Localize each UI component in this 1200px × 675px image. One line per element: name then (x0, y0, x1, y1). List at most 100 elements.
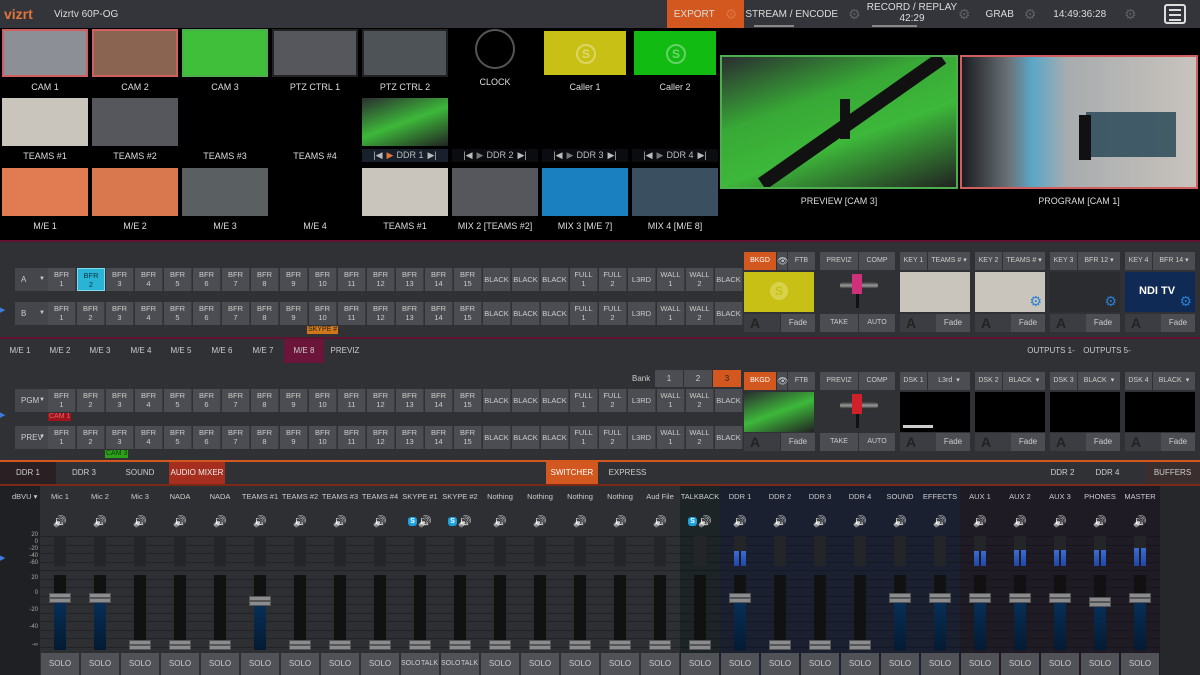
channel-mute-toggle[interactable]: 🔊 (280, 514, 320, 528)
monitor-m-e-1[interactable] (2, 168, 88, 216)
row-a-source-bfr-10[interactable]: BFR 10 (309, 268, 337, 291)
row-a-source-bfr-13[interactable]: BFR 13 (396, 268, 424, 291)
channel-mute-toggle[interactable]: 🔊 (760, 514, 800, 528)
fader-track[interactable] (494, 575, 506, 650)
channel-mute-toggle[interactable]: 🔊 (1000, 514, 1040, 528)
dsk-1-button[interactable]: DSK 1 (900, 372, 927, 390)
preview-monitor[interactable] (720, 55, 958, 189)
fader-track[interactable] (814, 575, 826, 650)
channel-mute-toggle[interactable]: 🔊 (120, 514, 160, 528)
fader-handle[interactable] (289, 640, 311, 650)
pgm-row-selector[interactable]: PGM ▼ (15, 389, 49, 412)
unit-selector[interactable]: dBVU ▾ (12, 492, 37, 501)
row-a-source-bfr-9[interactable]: BFR 9 (280, 268, 308, 291)
fader-track[interactable] (94, 575, 106, 650)
gear-icon[interactable]: ⚙ (1179, 293, 1192, 310)
ddr-transport-3[interactable]: |◀ ▶ DDR 3 ▶| (542, 149, 628, 162)
monitor-caller-2[interactable]: S (632, 29, 718, 77)
ab-toggle[interactable]: A (1050, 314, 1086, 332)
row-b-source-bfr-9[interactable]: BFR 9 (280, 302, 308, 325)
prev-source-bfr-10[interactable]: BFR 10 (309, 426, 337, 449)
fader-handle[interactable] (369, 640, 391, 650)
prev-source-black[interactable]: BLACK (483, 426, 511, 449)
channel-mute-toggle[interactable]: 🔊 (160, 514, 200, 528)
channel-mute-toggle[interactable]: 🔊 (600, 514, 640, 528)
grab-button[interactable]: GRAB ⚙ (977, 0, 1045, 28)
fader-track[interactable] (174, 575, 186, 650)
dsk-4-button[interactable]: DSK 4 (1125, 372, 1152, 390)
solo-button[interactable]: SOLO (241, 653, 279, 675)
solo-button[interactable]: SOLO (401, 653, 420, 675)
pgm-source-wall-1[interactable]: WALL 1 (657, 389, 685, 412)
fade-button[interactable]: Fade (936, 314, 970, 332)
ab-toggle[interactable]: A (1050, 433, 1086, 451)
channel-mute-toggle[interactable]: 🔊 (720, 514, 760, 528)
monitor-cam-2[interactable] (92, 29, 178, 77)
outputs-1-4-tab[interactable]: OUTPUTS 1-4 (1026, 339, 1076, 379)
tab-express[interactable]: EXPRESS (600, 462, 655, 484)
tab-buffers[interactable]: BUFFERS (1145, 462, 1200, 484)
skip-back-icon[interactable]: |◀ (553, 150, 562, 160)
row-a-selector[interactable]: A ▼ (15, 268, 49, 291)
channel-mute-toggle[interactable]: 🔊 (1040, 514, 1080, 528)
row-a-source-black[interactable]: BLACK (541, 268, 569, 291)
monitor-teams-1[interactable] (2, 98, 88, 146)
ddr-transport-4[interactable]: |◀ ▶ DDR 4 ▶| (632, 149, 718, 162)
fader-handle[interactable] (929, 593, 951, 604)
prev-source-bfr-1[interactable]: BFR 1 (48, 426, 76, 449)
fader-handle[interactable] (849, 640, 871, 650)
solo-button[interactable]: SOLO (41, 653, 79, 675)
ab-toggle[interactable]: A (744, 433, 780, 451)
gear-icon[interactable]: ⚙ (1024, 6, 1037, 23)
monitor-ddr-1[interactable] (362, 98, 448, 146)
monitor-teams-1[interactable] (362, 168, 448, 216)
pgm-source-black[interactable]: BLACK (715, 389, 743, 412)
fade-button[interactable]: Fade (1161, 433, 1195, 451)
fader-handle[interactable] (1049, 592, 1071, 603)
solo-button[interactable]: SOLO (281, 653, 319, 675)
skip-back-icon[interactable]: |◀ (643, 150, 652, 160)
channel-mute-toggle[interactable]: 🔊 (360, 514, 400, 528)
fade-button[interactable]: Fade (1086, 314, 1120, 332)
row-a-source-bfr-12[interactable]: BFR 12 (367, 268, 395, 291)
key-1-button[interactable]: KEY 1 (900, 252, 927, 270)
fader-handle[interactable] (449, 640, 471, 650)
row-b-source-wall-1[interactable]: WALL 1 (657, 302, 685, 325)
eye-icon[interactable]: 👁 (777, 372, 788, 390)
play-icon[interactable]: ▶ (387, 150, 394, 160)
ddr-transport-2[interactable]: |◀ ▶ DDR 2 ▶| (452, 149, 538, 162)
fader-handle[interactable] (809, 640, 831, 650)
fader-track[interactable] (54, 575, 66, 650)
dsk-3-source-select[interactable]: BLACK ▾ (1078, 372, 1120, 390)
fader-handle[interactable] (1009, 592, 1031, 603)
solo-button[interactable]: SOLO (1041, 653, 1079, 675)
fade-button[interactable]: Fade (1011, 314, 1045, 332)
fader-track[interactable] (574, 575, 586, 650)
solo-button[interactable]: SOLO (961, 653, 999, 675)
ab-toggle[interactable]: A (1125, 314, 1161, 332)
gear-icon[interactable]: ⚙ (848, 6, 861, 23)
row-a-source-wall-2[interactable]: WALL 2 (686, 268, 714, 291)
skip-back-icon[interactable]: |◀ (373, 150, 382, 160)
row-a-source-bfr-1[interactable]: BFR 1 (48, 268, 76, 291)
fader-handle[interactable] (89, 593, 111, 604)
pgm-source-black[interactable]: BLACK (541, 389, 569, 412)
key-2-source-select[interactable]: TEAMS # ▾ (1003, 252, 1045, 270)
fader-handle[interactable] (129, 640, 151, 650)
pgm-source-bfr-8[interactable]: BFR 8 (251, 389, 279, 412)
pgm-source-black[interactable]: BLACK (512, 389, 540, 412)
row-b-source-bfr-4[interactable]: BFR 4 (135, 302, 163, 325)
play-icon[interactable]: ▶ (657, 150, 664, 160)
row-b-source-black[interactable]: BLACK (512, 302, 540, 325)
fader-handle[interactable] (769, 640, 791, 650)
prev-source-bfr-11[interactable]: BFR 11 (338, 426, 366, 449)
solo-button[interactable]: SOLO (81, 653, 119, 675)
solo-button[interactable]: SOLO (481, 653, 519, 675)
take-button[interactable]: TAKE (820, 433, 858, 451)
pgm-source-bfr-6[interactable]: BFR 6 (193, 389, 221, 412)
fade-button[interactable]: Fade (781, 433, 815, 451)
fader-track[interactable] (254, 575, 266, 650)
monitor-mix-3-m-e-7[interactable] (542, 168, 628, 216)
dsk-3-button[interactable]: DSK 3 (1050, 372, 1077, 390)
row-a-source-wall-1[interactable]: WALL 1 (657, 268, 685, 291)
